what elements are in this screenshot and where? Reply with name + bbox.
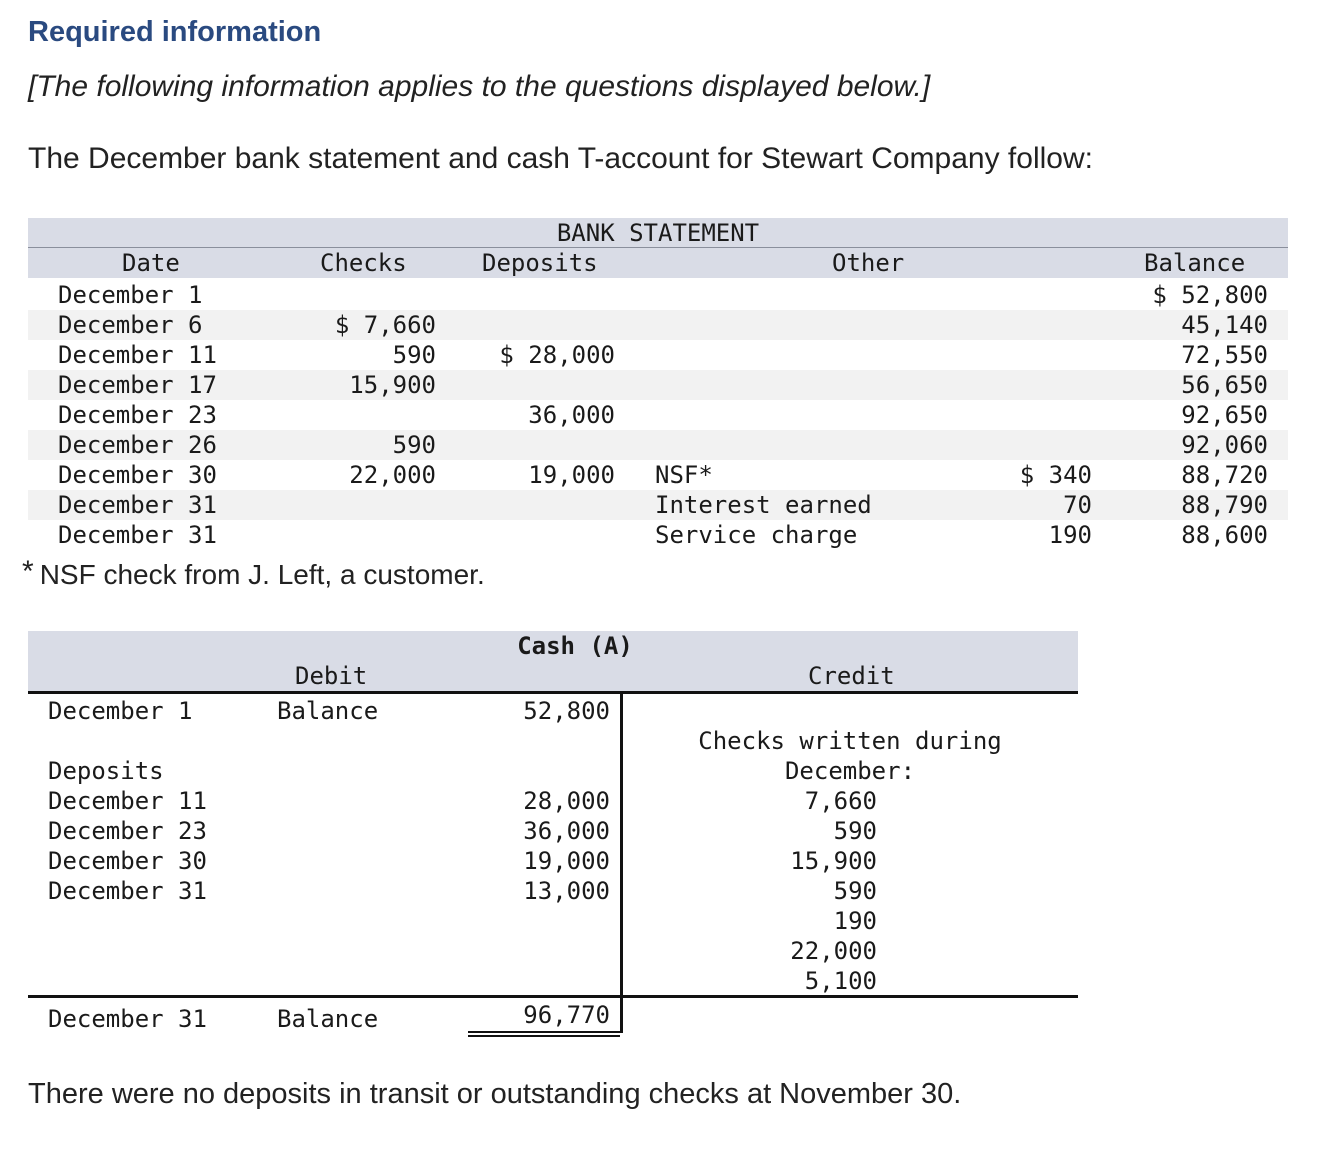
bank-row-date: December 31	[58, 491, 217, 519]
col-header-balance: Balance	[1144, 249, 1246, 277]
bank-row-balance: $ 52,800	[1152, 281, 1268, 309]
opening-label: Balance	[277, 697, 379, 725]
deposit-amount: 19,000	[523, 847, 610, 875]
bank-row-other-amount: 190	[1048, 521, 1092, 549]
bank-row-date: December 11	[58, 341, 217, 369]
bank-row-balance: 88,790	[1181, 491, 1268, 519]
credit-label-line-2: December:	[784, 757, 916, 785]
check-amount: 590	[833, 817, 877, 845]
bank-statement-title: BANK STATEMENT	[556, 219, 760, 247]
bank-row-balance: 72,550	[1181, 341, 1268, 369]
deposit-amount: 36,000	[523, 817, 610, 845]
debit-header: Debit	[295, 662, 368, 690]
check-amount: 15,900	[790, 847, 877, 875]
credit-label-line-1: Checks written during	[698, 727, 1002, 755]
col-header-deposits: Deposits	[482, 249, 598, 277]
closing-note: There were no deposits in transit or out…	[28, 1078, 962, 1110]
bank-row-date: December 31	[58, 521, 217, 549]
bank-row-balance: 88,720	[1181, 461, 1268, 489]
required-information-heading: Required information	[28, 16, 322, 48]
opening-date: December 1	[48, 697, 193, 725]
t-account-bottom-rule	[28, 995, 1078, 998]
closing-double-rule-1	[468, 1031, 620, 1033]
deposit-date: December 30	[48, 847, 207, 875]
footnote-text: NSF check from J. Left, a customer.	[39, 559, 485, 590]
bank-row-other-amount: $ 340	[1019, 461, 1092, 489]
col-header-other: Other	[832, 249, 905, 277]
bank-row-deposits: $ 28,000	[499, 341, 615, 369]
check-amount: 5,100	[804, 967, 877, 995]
bank-row-balance: 92,060	[1181, 431, 1268, 459]
credit-header: Credit	[808, 662, 895, 690]
deposit-amount: 28,000	[523, 787, 610, 815]
bank-row-deposits: 19,000	[528, 461, 615, 489]
check-amount: 590	[833, 877, 877, 905]
t-account-vertical-rule	[620, 691, 623, 1033]
footnote-asterisk: *	[22, 555, 34, 588]
bank-row-checks: 590	[392, 341, 436, 369]
col-header-date: Date	[122, 249, 180, 277]
closing-double-rule-2	[468, 1035, 620, 1037]
bank-row-date: December 17	[58, 371, 217, 399]
intro-text: [The following information applies to th…	[28, 70, 931, 103]
bank-row-date: December 6	[58, 311, 203, 339]
bank-row-balance: 92,650	[1181, 401, 1268, 429]
bank-row-balance: 88,600	[1181, 521, 1268, 549]
bank-row-checks: 590	[392, 431, 436, 459]
check-amount: 7,660	[804, 787, 877, 815]
bank-row-checks: $ 7,660	[334, 311, 436, 339]
bank-row-other-label: NSF*	[655, 461, 713, 489]
bank-row-deposits: 36,000	[528, 401, 615, 429]
bank-row-stripe	[28, 370, 1288, 400]
bank-row-checks: 15,900	[349, 371, 436, 399]
bank-row-balance: 45,140	[1181, 311, 1268, 339]
deposit-date: December 23	[48, 817, 207, 845]
bank-row-date: December 1	[58, 281, 203, 309]
bank-row-other-label: Interest earned	[655, 491, 872, 519]
bank-row-date: December 26	[58, 431, 217, 459]
closing-date: December 31	[48, 1005, 207, 1033]
t-account-top-rule	[28, 691, 1078, 694]
deposit-date: December 31	[48, 877, 207, 905]
deposits-label: Deposits	[48, 757, 164, 785]
bank-row-checks: 22,000	[349, 461, 436, 489]
col-header-checks: Checks	[320, 249, 407, 277]
opening-amount: 52,800	[523, 697, 610, 725]
bank-row-other-amount: 70	[1063, 491, 1092, 519]
lead-text: The December bank statement and cash T-a…	[28, 142, 1093, 175]
bank-row-stripe	[28, 310, 1288, 340]
check-amount: 22,000	[790, 937, 877, 965]
bank-row-date: December 23	[58, 401, 217, 429]
nsf-footnote: * NSF check from J. Left, a customer.	[22, 555, 485, 591]
check-amount: 190	[833, 907, 877, 935]
bank-row-stripe	[28, 430, 1288, 460]
closing-amount: 96,770	[523, 1001, 610, 1029]
closing-label: Balance	[277, 1005, 379, 1033]
bank-row-date: December 30	[58, 461, 217, 489]
deposit-amount: 13,000	[523, 877, 610, 905]
bank-row-other-label: Service charge	[655, 521, 858, 549]
bank-row-balance: 56,650	[1181, 371, 1268, 399]
t-account-title: Cash (A)	[517, 632, 633, 660]
deposit-date: December 11	[48, 787, 207, 815]
